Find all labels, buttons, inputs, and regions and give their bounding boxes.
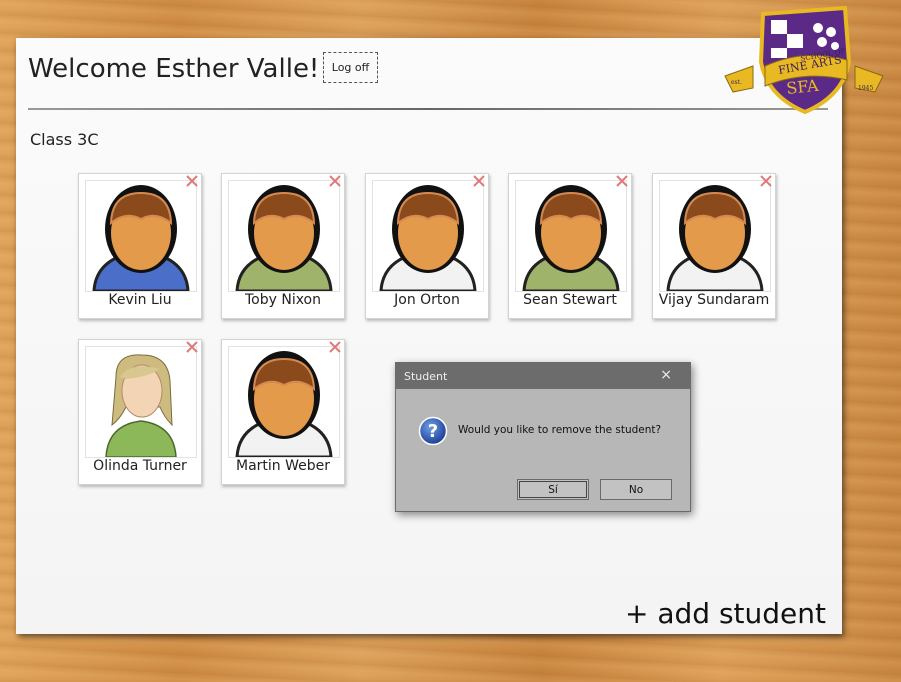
student-name: Sean Stewart bbox=[523, 292, 617, 308]
logoff-button[interactable]: Log off bbox=[323, 52, 378, 83]
student-card[interactable]: Sean Stewart bbox=[508, 173, 632, 319]
dialog-message: Would you like to remove the student? bbox=[458, 424, 662, 436]
class-page: Welcome Esther Valle! Log off Class 3C K… bbox=[16, 38, 842, 634]
student-card[interactable]: Martin Weber bbox=[221, 339, 345, 485]
student-name: Vijay Sundaram bbox=[658, 292, 770, 308]
student-name: Jon Orton bbox=[394, 292, 460, 308]
boy-avatar-icon bbox=[228, 346, 340, 458]
class-name: Class 3C bbox=[30, 130, 99, 149]
remove-student-icon[interactable] bbox=[328, 174, 342, 188]
remove-student-icon[interactable] bbox=[759, 174, 773, 188]
student-name: Olinda Turner bbox=[93, 458, 187, 474]
boy-avatar-icon bbox=[85, 180, 197, 292]
crest-initials: SFA bbox=[785, 76, 819, 98]
remove-student-icon[interactable] bbox=[185, 340, 199, 354]
remove-student-icon[interactable] bbox=[615, 174, 629, 188]
crest-year: 1945 bbox=[858, 85, 873, 92]
student-name: Toby Nixon bbox=[244, 292, 321, 308]
girl-avatar-icon bbox=[85, 346, 197, 458]
remove-student-dialog: Student × ? Would you like to remove the… bbox=[395, 362, 691, 512]
student-name: Martin Weber bbox=[235, 458, 330, 474]
header-divider bbox=[28, 108, 828, 110]
yes-button[interactable]: Sí bbox=[517, 479, 589, 500]
remove-student-icon[interactable] bbox=[328, 340, 342, 354]
student-name: Kevin Liu bbox=[108, 292, 172, 308]
student-card[interactable]: Kevin Liu bbox=[78, 173, 202, 319]
student-card[interactable]: Vijay Sundaram bbox=[652, 173, 776, 319]
question-icon: ? bbox=[418, 416, 448, 446]
student-card[interactable]: Toby Nixon bbox=[221, 173, 345, 319]
add-student-button[interactable]: + add student bbox=[625, 597, 826, 630]
remove-student-icon[interactable] bbox=[185, 174, 199, 188]
close-icon[interactable]: × bbox=[660, 367, 672, 383]
boy-avatar-icon bbox=[515, 180, 627, 292]
welcome-title: Welcome Esther Valle! bbox=[28, 54, 320, 84]
boy-avatar-icon bbox=[659, 180, 771, 292]
student-card[interactable]: Jon Orton bbox=[365, 173, 489, 319]
boy-avatar-icon bbox=[372, 180, 484, 292]
crest-est: est. bbox=[731, 79, 742, 86]
remove-student-icon[interactable] bbox=[472, 174, 486, 188]
student-card[interactable]: Olinda Turner bbox=[78, 339, 202, 485]
svg-text:?: ? bbox=[428, 421, 438, 442]
school-crest-logo: SCHOOL OF FINE ARTS SFA est. 1945 bbox=[724, 5, 884, 115]
boy-avatar-icon bbox=[228, 180, 340, 292]
dialog-titlebar: Student × bbox=[396, 363, 690, 389]
no-button[interactable]: No bbox=[600, 479, 672, 500]
dialog-title: Student bbox=[404, 369, 448, 383]
